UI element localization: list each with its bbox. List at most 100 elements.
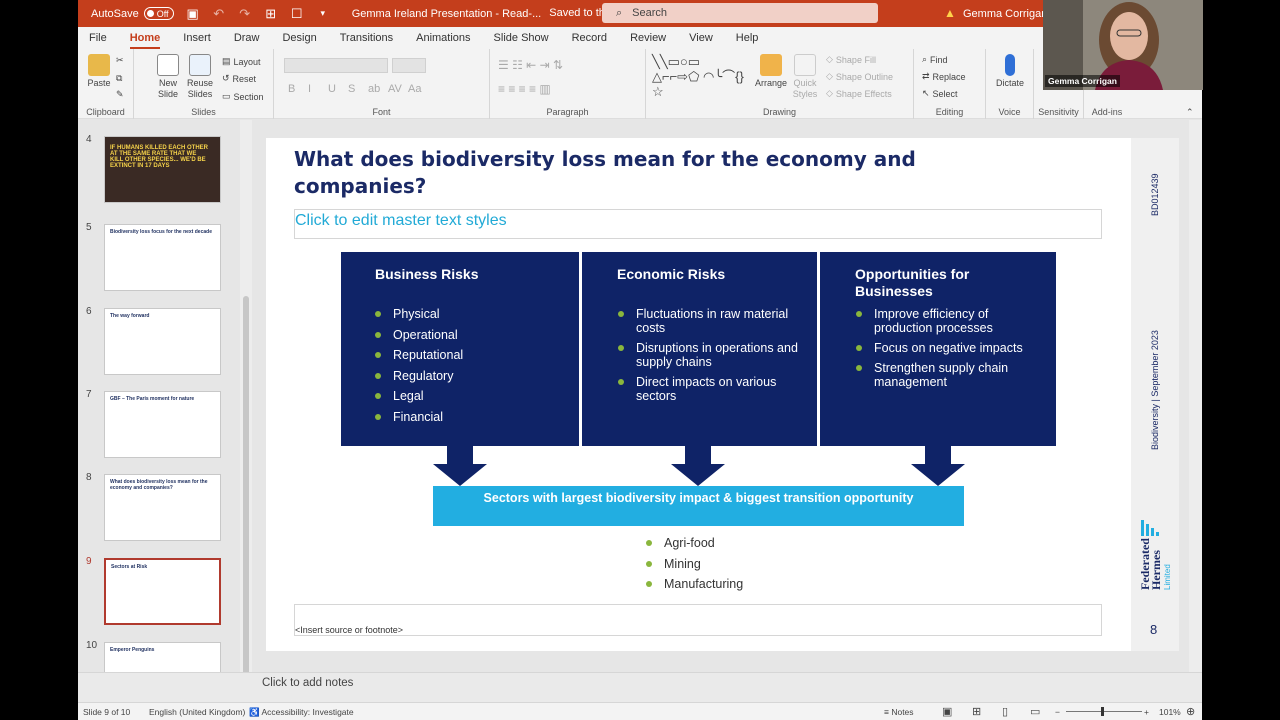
slide-title[interactable]: What does biodiversity loss mean for the… [294, 146, 1054, 200]
tab-animations[interactable]: Animations [416, 32, 470, 44]
tab-draw[interactable]: Draw [234, 32, 260, 44]
shapes-gallery[interactable]: ╲╲▭○▭ △⌐⌐⇨⬠ ◠╰⌒{}☆ [652, 54, 748, 99]
reuse-slides-button[interactable]: Reuse Slides [186, 54, 214, 100]
customize-quick-access-icon[interactable]: ▾ [316, 8, 330, 19]
sectors-banner[interactable]: Sectors with largest biodiversity impact… [433, 486, 964, 526]
user-name[interactable]: Gemma Corrigan [963, 8, 1047, 20]
search-box[interactable]: ⌕ Search [602, 3, 878, 23]
tab-review[interactable]: Review [630, 32, 666, 44]
status-bar: Slide 9 of 10 English (United Kingdom) ♿… [78, 702, 1202, 720]
autosave-toggle[interactable]: AutoSave Off [91, 7, 174, 20]
cut-icon[interactable]: ✂ [116, 55, 124, 66]
subtitle-placeholder-box[interactable]: Click to edit master text styles [294, 209, 1102, 239]
align-icon[interactable]: ≡ ≡ ≡ ≡ ▥ [498, 82, 551, 96]
new-slide-icon [157, 54, 179, 76]
voice-group: Dictate Voice [986, 49, 1034, 119]
font-size-select[interactable] [392, 58, 426, 73]
select-label: Select [932, 88, 958, 99]
touch-mode-icon[interactable]: ☐ [290, 6, 304, 22]
thumbnail-title: What does biodiversity loss mean for the… [110, 479, 208, 491]
notes-button[interactable]: ≡ Notes [884, 707, 914, 717]
accessibility-checker[interactable]: ♿ Accessibility: Investigate [249, 707, 354, 718]
tab-design[interactable]: Design [282, 32, 316, 44]
down-arrow-1 [433, 446, 487, 486]
normal-view-icon[interactable]: ▣ [942, 705, 952, 718]
font-format-button[interactable]: S [348, 83, 355, 95]
paragraph-group: ☰ ☷ ⇤ ⇥ ⇅ ≡ ≡ ≡ ≡ ▥ Paragraph [490, 49, 646, 119]
present-icon[interactable]: ⊞ [264, 6, 278, 22]
tab-home[interactable]: Home [129, 32, 160, 49]
redo-icon[interactable]: ↷ [238, 6, 252, 22]
tab-slide-show[interactable]: Slide Show [494, 32, 549, 44]
voice-label: Voice [998, 107, 1021, 117]
font-format-button[interactable]: B [288, 83, 295, 95]
slideshow-icon[interactable]: ▭ [1030, 705, 1040, 718]
slide-thumbnail[interactable]: Biodiversity loss focus for the next dec… [104, 224, 221, 291]
replace-button[interactable]: ⇄ Replace [922, 71, 966, 82]
screen-background-left [0, 0, 78, 720]
slide-thumbnail[interactable]: The way forward [104, 308, 221, 375]
slide-thumbnail[interactable]: IF HUMANS KILLED EACH OTHER AT THE SAME … [104, 136, 221, 203]
zoom-slider[interactable] [1066, 711, 1142, 712]
font-family-select[interactable] [284, 58, 388, 73]
autosave-switch[interactable]: Off [143, 7, 174, 20]
opportunities-panel[interactable]: Opportunities for Businesses Improve eff… [820, 252, 1056, 446]
fit-to-window-icon[interactable]: ⊕ [1186, 705, 1195, 718]
quick-styles-button[interactable]: Quick Styles [790, 54, 820, 100]
thumbnails-scrollbar[interactable] [240, 120, 252, 705]
slide-thumbnail[interactable]: GBF – The Paris moment for nature [104, 391, 221, 458]
font-format-button[interactable]: ab [368, 83, 380, 95]
save-icon[interactable]: ▣ [186, 6, 200, 22]
reading-view-icon[interactable]: ▯ [1002, 705, 1008, 718]
zoom-out-icon[interactable]: − [1055, 707, 1060, 717]
shape-outline-button[interactable]: ◇ Shape Outline [826, 71, 893, 82]
tab-help[interactable]: Help [736, 32, 759, 44]
arrange-button[interactable]: Arrange [754, 54, 788, 89]
reset-button[interactable]: ↺ Reset [222, 73, 256, 84]
undo-icon[interactable]: ↶ [212, 6, 226, 22]
shape-effects-button[interactable]: ◇ Shape Effects [826, 88, 892, 99]
paste-button[interactable]: Paste [86, 54, 112, 89]
panel-title: Opportunities for Businesses [855, 266, 970, 299]
font-format-button[interactable]: I [308, 83, 311, 95]
notes-pane[interactable]: Click to add notes [78, 672, 1202, 702]
font-label: Font [372, 107, 391, 117]
slide-thumbnail[interactable]: Sectors at Risk [104, 558, 221, 625]
zoom-slider-thumb[interactable] [1101, 707, 1104, 716]
tab-transitions[interactable]: Transitions [340, 32, 393, 44]
footnote-box[interactable]: <Insert source or footnote> [294, 604, 1102, 636]
accessibility-icon: ♿ [249, 707, 262, 717]
copy-icon[interactable]: ⧉ [116, 73, 122, 84]
list-item: Reputational [375, 348, 463, 362]
slide[interactable]: What does biodiversity loss mean for the… [266, 138, 1179, 651]
zoom-in-icon[interactable]: + [1144, 707, 1149, 717]
section-button[interactable]: ▭ Section [222, 91, 264, 102]
tab-insert[interactable]: Insert [183, 32, 211, 44]
slide-sorter-icon[interactable]: ⊞ [972, 705, 981, 718]
font-format-button[interactable]: AV [388, 83, 402, 95]
slide-thumbnail[interactable]: What does biodiversity loss mean for the… [104, 474, 221, 541]
bullets-icon[interactable]: ☰ ☷ ⇤ ⇥ ⇅ [498, 58, 563, 72]
business-risks-panel[interactable]: Business Risks Physical Operational Reputa… [341, 252, 579, 446]
canvas-scrollbar[interactable] [1189, 120, 1202, 672]
dictate-button[interactable]: Dictate [992, 54, 1028, 89]
find-button[interactable]: ⌕ Find [922, 54, 948, 65]
font-format-button[interactable]: U [328, 83, 336, 95]
warning-icon[interactable]: ▲ [944, 6, 956, 20]
new-slide-button[interactable]: New Slide [154, 54, 182, 100]
language-indicator[interactable]: English (United Kingdom) [149, 707, 245, 717]
select-button[interactable]: ↖ Select [922, 88, 958, 99]
font-format-button[interactable]: Aa [408, 83, 421, 95]
scrollbar-thumb[interactable] [243, 296, 249, 696]
collapse-ribbon-icon[interactable]: ⌃ [1186, 107, 1194, 118]
tab-record[interactable]: Record [572, 32, 607, 44]
list-item: Physical [375, 307, 463, 321]
tab-view[interactable]: View [689, 32, 713, 44]
zoom-level[interactable]: 101% [1159, 707, 1181, 717]
tab-file[interactable]: File [89, 32, 107, 44]
shape-fill-button[interactable]: ◇ Shape Fill [826, 54, 876, 65]
list-item: Disruptions in operations and supply cha… [618, 341, 808, 369]
format-painter-icon[interactable]: ✎ [116, 89, 124, 100]
economic-risks-panel[interactable]: Economic Risks Fluctuations in raw mater… [582, 252, 817, 446]
layout-button[interactable]: ▤ Layout [222, 56, 261, 67]
